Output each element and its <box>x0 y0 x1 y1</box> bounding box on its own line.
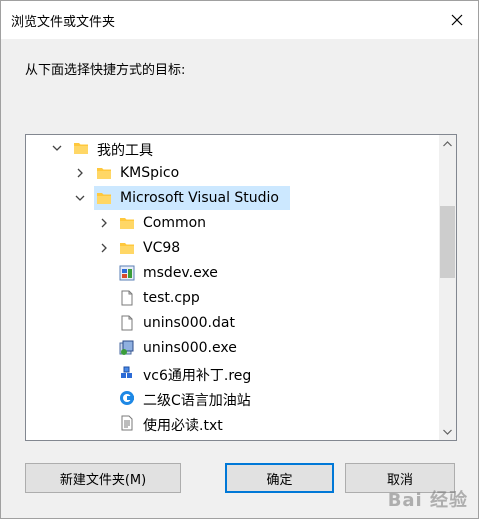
close-button[interactable] <box>444 7 470 33</box>
folder-icon <box>96 190 112 206</box>
tree-item-label: VC98 <box>143 240 181 256</box>
tree-item-vc98[interactable]: VC98 <box>26 236 439 261</box>
scroll-up-button[interactable] <box>439 135 456 152</box>
tree-item-c-language-station[interactable]: 二级C语言加油站 <box>26 386 439 411</box>
vertical-scrollbar[interactable] <box>439 135 456 440</box>
ok-button[interactable]: 确定 <box>225 463 334 493</box>
tree-item-label: 使用必读.txt <box>143 418 223 434</box>
folder-icon <box>96 165 112 181</box>
folder-icon <box>119 215 135 231</box>
tree-item-vc6-patch-reg[interactable]: vc6通用补丁.reg <box>26 361 439 386</box>
shortcut-icon <box>119 390 135 406</box>
tree-item-label: unins000.dat <box>143 315 235 331</box>
chevron-up-icon <box>443 140 452 146</box>
window-title: 浏览文件或文件夹 <box>11 15 116 30</box>
close-icon <box>451 14 463 26</box>
tree-item-label: 二级C语言加油站 <box>143 393 251 409</box>
tree-item-unins000-exe[interactable]: unins000.exe <box>26 336 439 361</box>
exe-icon <box>119 265 135 281</box>
tree-item-readme-txt[interactable]: 使用必读.txt <box>26 411 439 436</box>
chevron-down-icon[interactable] <box>74 192 86 204</box>
file-icon <box>119 315 135 331</box>
browse-folder-dialog: 浏览文件或文件夹 从下面选择快捷方式的目标: 我的工具 KMSpico Micr… <box>0 0 479 519</box>
chevron-right-icon[interactable] <box>98 242 110 254</box>
registry-icon <box>119 365 135 381</box>
tree-item-label: msdev.exe <box>143 265 218 281</box>
installer-icon <box>119 340 135 356</box>
folder-icon <box>73 140 89 156</box>
tree-item-microsoft-visual-studio[interactable]: Microsoft Visual Studio <box>26 186 439 211</box>
prompt-text: 从下面选择快捷方式的目标: <box>25 63 186 78</box>
chevron-right-icon[interactable] <box>74 167 86 179</box>
scroll-down-button[interactable] <box>439 423 456 440</box>
scroll-thumb[interactable] <box>440 206 455 278</box>
tree-item-label: unins000.exe <box>143 340 237 356</box>
tree-item-label: Common <box>143 215 207 231</box>
folder-tree[interactable]: 我的工具 KMSpico Microsoft Visual Studio Com… <box>25 134 457 441</box>
watermark: Bai 经验 <box>387 490 468 511</box>
tree-item-kmspico[interactable]: KMSpico <box>26 161 439 186</box>
tree-item-test-cpp[interactable]: test.cpp <box>26 286 439 311</box>
tree-item-my-tools[interactable]: 我的工具 <box>26 136 439 161</box>
new-folder-button[interactable]: 新建文件夹(M) <box>25 463 181 493</box>
chevron-down-icon[interactable] <box>51 142 63 154</box>
file-icon <box>119 290 135 306</box>
tree-item-label: 我的工具 <box>97 143 153 159</box>
tree-item-label: test.cpp <box>143 290 200 306</box>
tree-item-label: KMSpico <box>120 165 180 181</box>
tree-item-unins000-dat[interactable]: unins000.dat <box>26 311 439 336</box>
tree-item-common[interactable]: Common <box>26 211 439 236</box>
chevron-right-icon[interactable] <box>98 217 110 229</box>
folder-icon <box>119 240 135 256</box>
text-file-icon <box>119 415 135 431</box>
title-bar: 浏览文件或文件夹 <box>1 1 478 39</box>
chevron-down-icon <box>443 429 452 435</box>
tree-item-label: Microsoft Visual Studio <box>120 190 279 206</box>
tree-item-label: vc6通用补丁.reg <box>143 368 252 384</box>
tree-item-msdev-exe[interactable]: msdev.exe <box>26 261 439 286</box>
